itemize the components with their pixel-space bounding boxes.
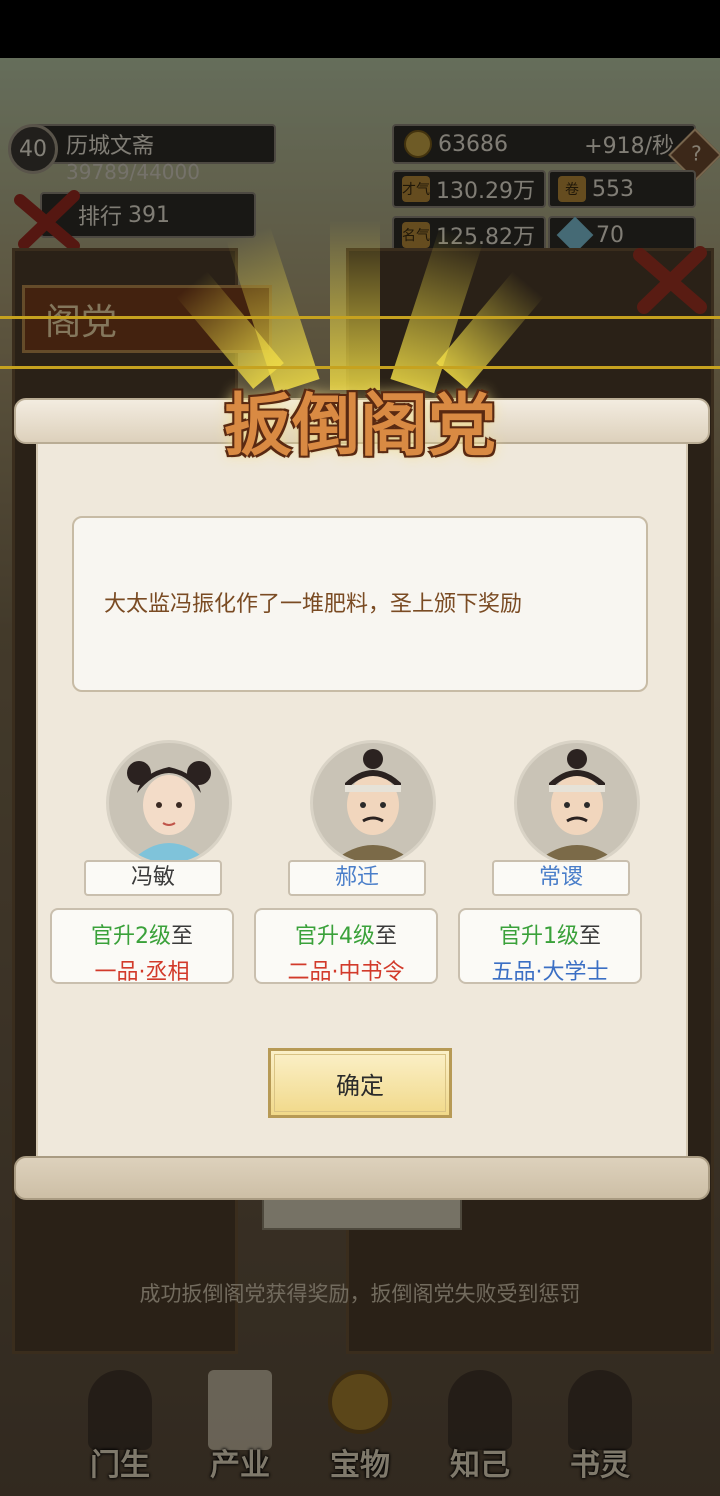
promo-rank: 一品·丞相	[94, 960, 190, 985]
dialog-title: 扳倒阁党	[223, 386, 496, 466]
person-name: 常谡	[492, 860, 630, 896]
banner-line-bottom	[0, 366, 720, 369]
confirm-button[interactable]: 确定	[268, 1048, 452, 1118]
promo-prefix: 官升	[498, 924, 543, 949]
lady-avatar	[106, 740, 232, 866]
banner-line-top	[0, 316, 720, 319]
promo-suffix: 至	[579, 924, 602, 949]
promo-rank: 二品·中书令	[287, 960, 405, 985]
promo-rank: 五品·大学士	[491, 960, 609, 985]
promo-level: 1级	[543, 924, 579, 949]
promotion-card: 官升2级至 一品·丞相	[50, 908, 234, 985]
promo-prefix: 官升	[294, 924, 339, 949]
promotion-card: 官升1级至 五品·大学士	[458, 908, 642, 985]
light-ray	[330, 220, 380, 390]
promo-suffix: 至	[171, 924, 194, 949]
promo-suffix: 至	[375, 924, 398, 949]
confirm-label: 确定	[336, 1071, 384, 1100]
promo-level: 4级	[339, 924, 375, 949]
scroll-bottom-rod	[14, 1156, 710, 1200]
person-name: 冯敏	[84, 860, 222, 896]
official-avatar	[514, 740, 640, 866]
promo-prefix: 官升	[90, 924, 135, 949]
official-avatar	[310, 740, 436, 866]
status-bar	[0, 0, 720, 58]
promotion-card: 官升4级至 二品·中书令	[254, 908, 438, 985]
person-name: 郝迁	[288, 860, 426, 896]
promo-level: 2级	[135, 924, 171, 949]
dialog-message: 大太监冯振化作了一堆肥料，圣上颁下奖励	[104, 592, 523, 617]
